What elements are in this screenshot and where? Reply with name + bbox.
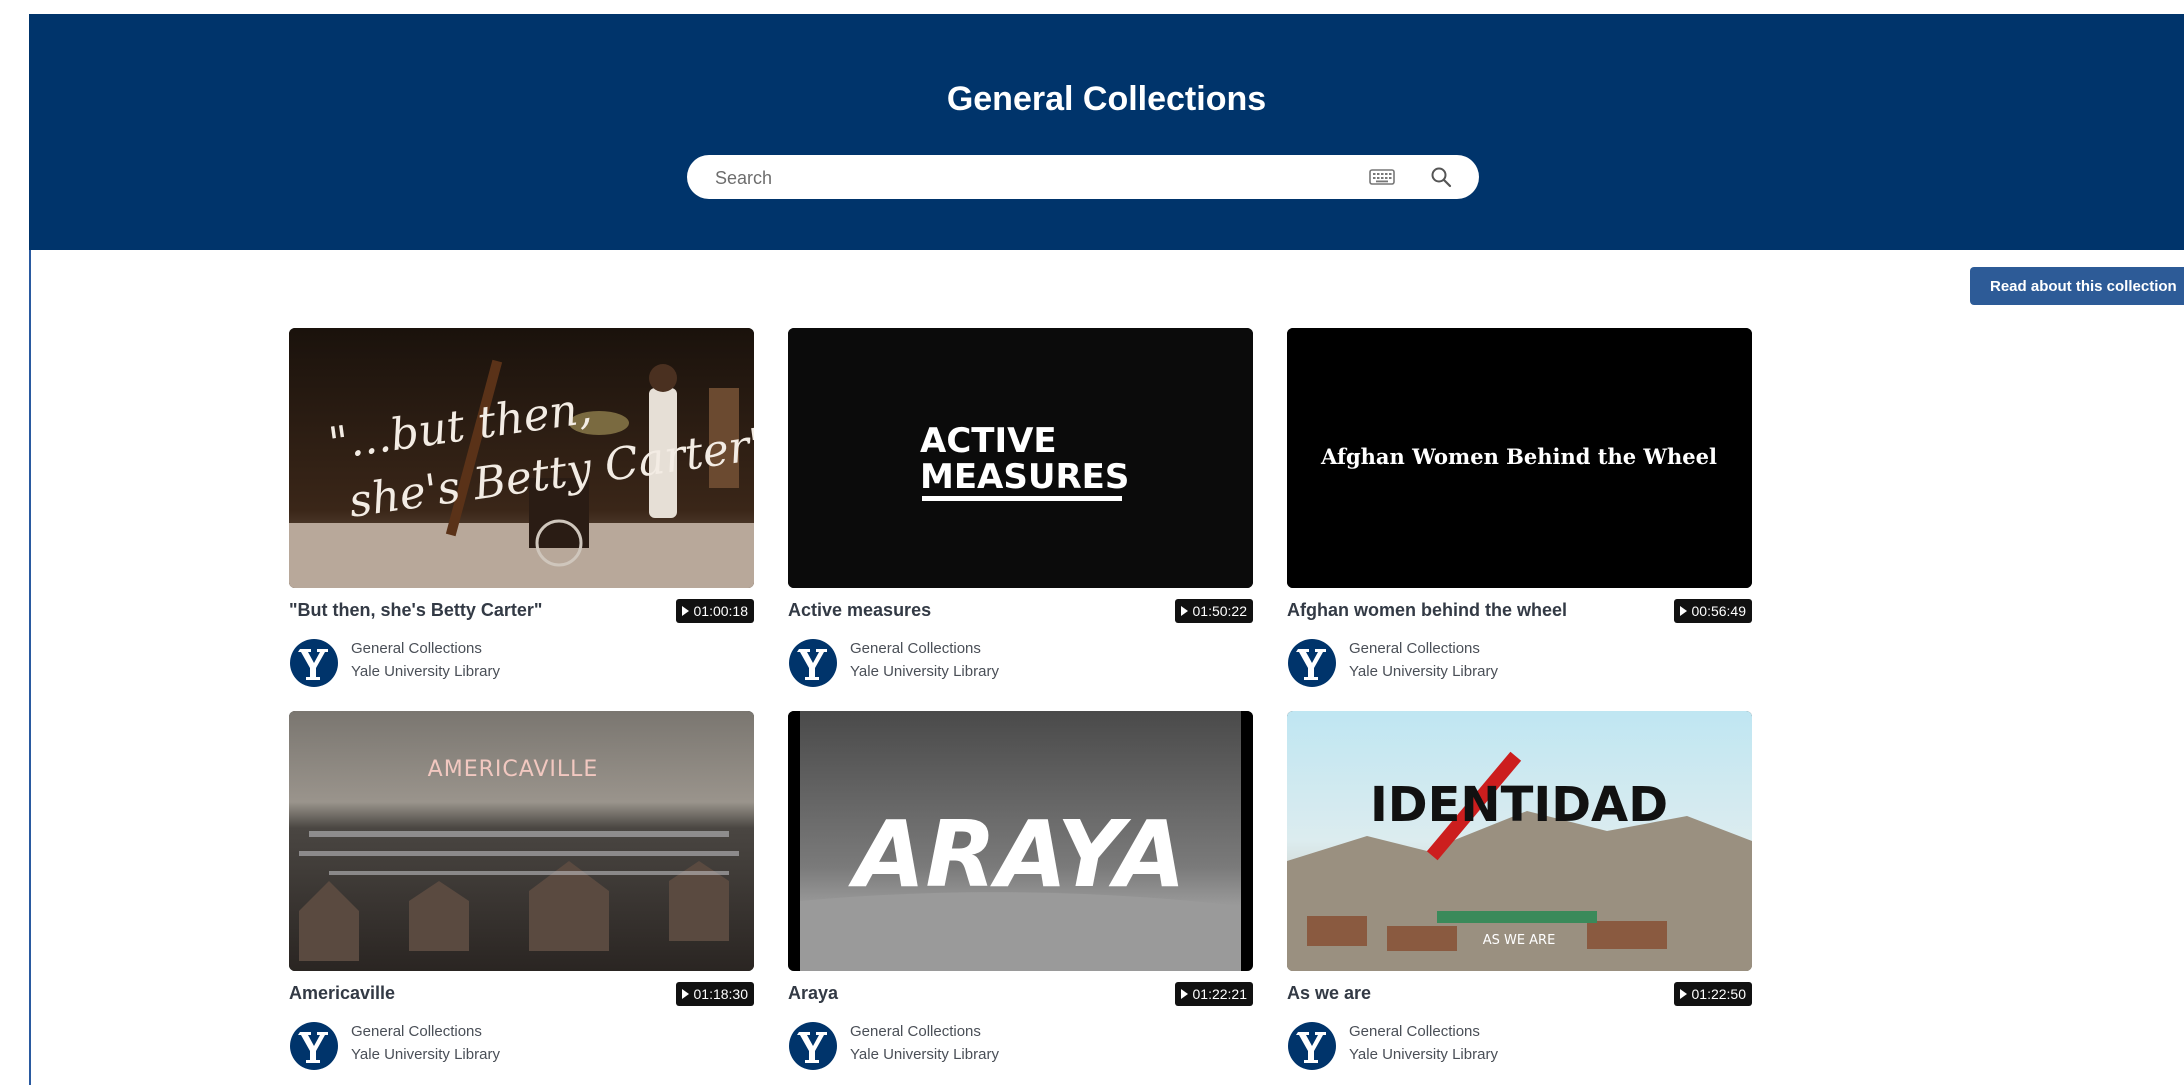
- yale-logo-icon: [788, 1021, 838, 1071]
- video-title[interactable]: Americaville: [289, 983, 395, 1004]
- duration-badge: 00:56:49: [1673, 599, 1752, 623]
- yale-logo-icon: [289, 1021, 339, 1071]
- collection-name[interactable]: General Collections: [850, 640, 981, 657]
- library-name[interactable]: Yale University Library: [1349, 1046, 1498, 1063]
- play-icon: [681, 606, 689, 616]
- video-thumbnail[interactable]: Afghan Women Behind the Wheel: [1287, 328, 1752, 588]
- yale-logo-icon: [788, 638, 838, 688]
- yale-logo-icon: [1287, 638, 1337, 688]
- collection-header: General Collections: [29, 14, 2184, 250]
- library-name[interactable]: Yale University Library: [351, 663, 500, 680]
- duration-badge: 01:22:50: [1673, 982, 1752, 1006]
- read-about-collection-button[interactable]: Read about this collection: [1970, 267, 2184, 305]
- duration-text: 01:18:30: [693, 986, 749, 1002]
- svg-text:ARAYA: ARAYA: [848, 801, 1186, 908]
- video-title[interactable]: Araya: [788, 983, 838, 1004]
- yale-logo-icon: [1287, 1021, 1337, 1071]
- play-icon: [1180, 989, 1188, 999]
- svg-text:Afghan Women Behind the Wheel: Afghan Women Behind the Wheel: [1320, 444, 1717, 469]
- svg-text:IDENTIDAD: IDENTIDAD: [1370, 777, 1668, 833]
- duration-text: 00:56:49: [1691, 603, 1747, 619]
- yale-logo-icon: [289, 638, 339, 688]
- search-bar: [687, 155, 1479, 201]
- svg-text:AMERICAVILLE: AMERICAVILLE: [428, 757, 599, 782]
- video-thumbnail[interactable]: IDENTIDAD AS WE ARE: [1287, 711, 1752, 971]
- library-name[interactable]: Yale University Library: [1349, 663, 1498, 680]
- duration-text: 01:00:18: [693, 603, 749, 619]
- collection-name[interactable]: General Collections: [351, 640, 482, 657]
- duration-badge: 01:18:30: [675, 982, 754, 1006]
- duration-text: 01:50:22: [1192, 603, 1248, 619]
- video-thumbnail[interactable]: "...but then, she's Betty Carter": [289, 328, 754, 588]
- duration-badge: 01:00:18: [675, 599, 754, 623]
- page-title: General Collections: [946, 80, 1267, 118]
- search-input[interactable]: [713, 155, 1357, 201]
- duration-text: 01:22:21: [1192, 986, 1248, 1002]
- collection-name[interactable]: General Collections: [1349, 640, 1480, 657]
- collection-name[interactable]: General Collections: [351, 1023, 482, 1040]
- svg-text:ACTIVE: ACTIVE: [920, 421, 1057, 461]
- video-thumbnail[interactable]: ACTIVE MEASURES: [788, 328, 1253, 588]
- video-title[interactable]: "But then, she's Betty Carter": [289, 600, 542, 621]
- keyboard-icon[interactable]: [1369, 167, 1395, 187]
- library-name[interactable]: Yale University Library: [850, 1046, 999, 1063]
- video-thumbnail[interactable]: ARAYA: [788, 711, 1253, 971]
- collection-name[interactable]: General Collections: [1349, 1023, 1480, 1040]
- library-name[interactable]: Yale University Library: [850, 663, 999, 680]
- search-icon[interactable]: [1429, 165, 1453, 189]
- svg-text:MEASURES: MEASURES: [920, 457, 1129, 497]
- duration-badge: 01:22:21: [1174, 982, 1253, 1006]
- collection-name[interactable]: General Collections: [850, 1023, 981, 1040]
- play-icon: [681, 989, 689, 999]
- video-title[interactable]: Active measures: [788, 600, 931, 621]
- duration-badge: 01:50:22: [1174, 599, 1253, 623]
- video-title[interactable]: As we are: [1287, 983, 1371, 1004]
- play-icon: [1679, 606, 1687, 616]
- duration-text: 01:22:50: [1691, 986, 1747, 1002]
- play-icon: [1180, 606, 1188, 616]
- video-title[interactable]: Afghan women behind the wheel: [1287, 600, 1567, 621]
- video-thumbnail[interactable]: AMERICAVILLE: [289, 711, 754, 971]
- svg-text:AS WE ARE: AS WE ARE: [1483, 933, 1556, 948]
- play-icon: [1679, 989, 1687, 999]
- library-name[interactable]: Yale University Library: [351, 1046, 500, 1063]
